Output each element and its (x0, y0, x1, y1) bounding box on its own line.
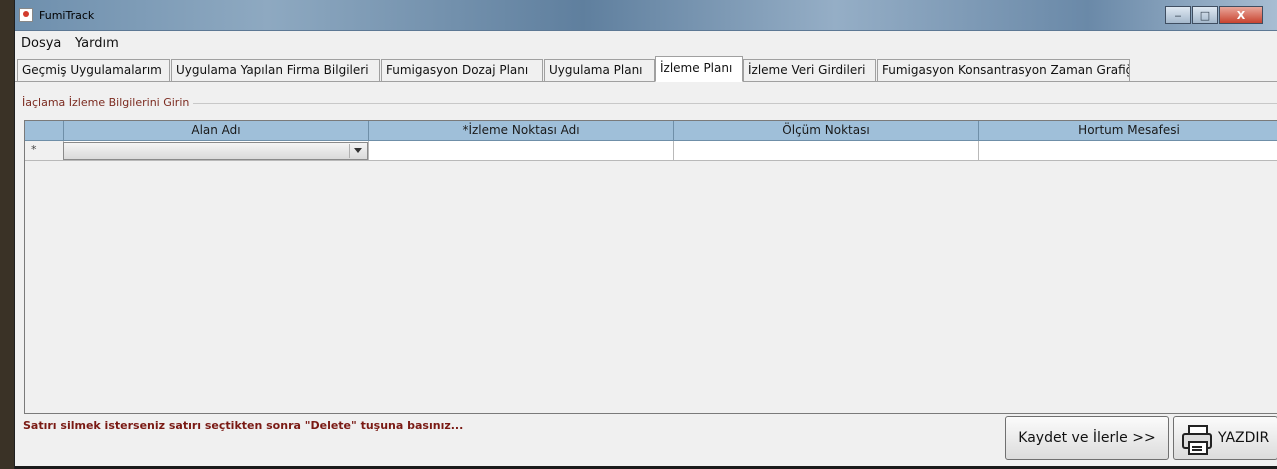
tab-gecmis-uygulamalarim[interactable]: Geçmiş Uygulamalarım (17, 59, 170, 81)
menu-bar: Dosya Yardım (15, 31, 1277, 55)
title-bar[interactable]: FumiTrack ‒ □ X (15, 0, 1277, 31)
app-logo-icon (19, 8, 33, 22)
printer-icon (1180, 423, 1212, 455)
tab-konsantrasyon-grafigi[interactable]: Fumigasyon Konsantrasyon Zaman Grafiği (877, 59, 1130, 81)
cell-hortum-mesafesi[interactable] (978, 141, 1277, 161)
window-controls: ‒ □ X (1164, 6, 1263, 24)
maximize-button[interactable]: □ (1192, 6, 1218, 24)
tab-uygulama-plani[interactable]: Uygulama Planı (544, 59, 655, 81)
app-window: FumiTrack ‒ □ X Dosya Yardım Geçmiş Uygu… (14, 0, 1277, 469)
menu-item-yardim[interactable]: Yardım (75, 36, 119, 51)
tab-bar: Geçmiş Uygulamalarım Uygulama Yapılan Fi… (15, 56, 1277, 82)
column-header-izleme-noktasi-adi[interactable]: *İzleme Noktası Adı (368, 121, 673, 140)
tab-firma-bilgileri[interactable]: Uygulama Yapılan Firma Bilgileri (171, 59, 380, 81)
cell-olcum-noktasi[interactable] (673, 141, 978, 161)
chevron-down-icon[interactable] (354, 148, 362, 153)
izleme-plani-panel: İaçlama İzleme Bilgilerini Girin Alan Ad… (15, 82, 1277, 469)
column-header-alan-adi[interactable]: Alan Adı (63, 121, 368, 140)
save-button-label: Kaydet ve İlerle >> (1018, 430, 1156, 446)
tab-izleme-veri-girdileri[interactable]: İzleme Veri Girdileri (743, 59, 876, 81)
minimize-button[interactable]: ‒ (1165, 6, 1191, 24)
window-title: FumiTrack (39, 9, 95, 22)
group-box-title: İaçlama İzleme Bilgilerini Girin (21, 96, 191, 109)
izleme-grid[interactable]: Alan Adı *İzleme Noktası Adı Ölçüm Nokta… (24, 120, 1277, 414)
close-button[interactable]: X (1219, 6, 1263, 24)
cell-izleme-noktasi-adi[interactable] (368, 141, 673, 161)
table-row (25, 141, 1277, 161)
print-button[interactable]: YAZDIR (1173, 416, 1277, 460)
column-header-olcum-noktasi[interactable]: Ölçüm Noktası (673, 121, 978, 140)
alan-adi-dropdown[interactable] (63, 142, 368, 160)
grid-header: Alan Adı *İzleme Noktası Adı Ölçüm Nokta… (25, 121, 1277, 141)
delete-hint-text: Satırı silmek isterseniz satırı seçtikte… (23, 419, 464, 432)
dropdown-separator (349, 144, 350, 158)
tab-izleme-plani[interactable]: İzleme Planı (655, 56, 743, 82)
menu-item-dosya[interactable]: Dosya (21, 36, 61, 51)
column-header-hortum-mesafesi[interactable]: Hortum Mesafesi (978, 121, 1277, 140)
save-and-continue-button[interactable]: Kaydet ve İlerle >> (1005, 416, 1169, 460)
print-button-label: YAZDIR (1218, 430, 1270, 446)
tab-dozaj-plani[interactable]: Fumigasyon Dozaj Planı (381, 59, 543, 81)
group-box-border (193, 103, 1277, 104)
